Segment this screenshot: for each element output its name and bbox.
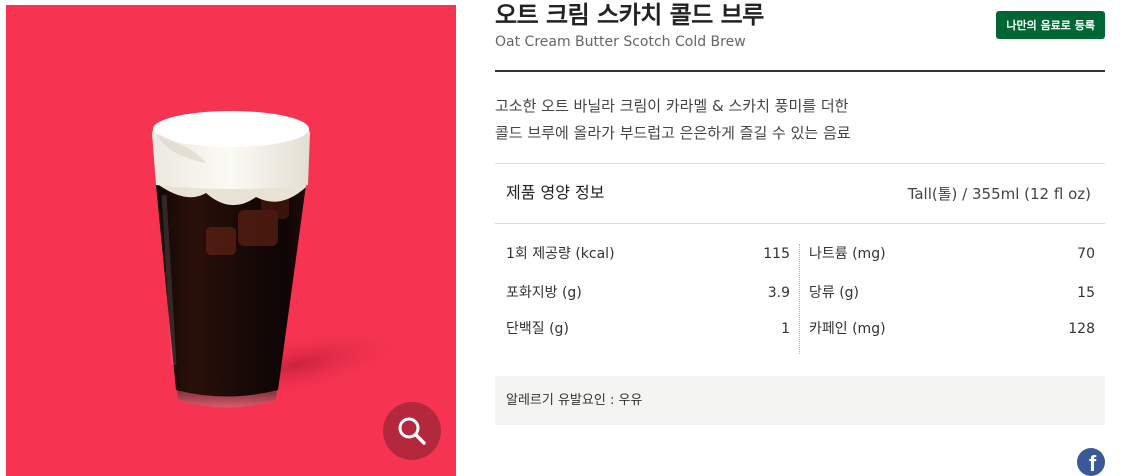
product-image	[6, 5, 456, 476]
register-my-drink-button[interactable]: 나만의 음료로 등록	[996, 11, 1105, 39]
nutrition-value: 3.9	[767, 285, 790, 301]
search-icon	[398, 417, 426, 445]
nutrition-header: 제품 영양 정보 Tall(톨) / 355ml (12 fl oz)	[495, 163, 1105, 224]
product-description: 고소한 오트 바닐라 크림이 카라멜 & 스카치 풍미를 더한 콜드 브루에 올…	[495, 93, 1105, 147]
cold-brew-glass-illustration	[152, 111, 414, 408]
nutrition-label: 포화지방 (g)	[506, 285, 582, 301]
nutrition-row-saturated-fat: 포화지방 (g) 3.9	[506, 282, 790, 304]
title-divider	[495, 70, 1105, 72]
product-title-ko: 오트 크림 스카치 콜드 브루	[495, 1, 764, 29]
nutrition-column-divider	[799, 244, 800, 354]
nutrition-value: 1	[781, 321, 790, 337]
nutrition-label: 단백질 (g)	[506, 321, 569, 337]
zoom-button[interactable]	[383, 402, 441, 460]
nutrition-label: 나트륨 (mg)	[809, 246, 886, 262]
nutrition-title: 제품 영양 정보	[506, 183, 605, 202]
nutrition-row-sodium: 나트륨 (mg) 70	[809, 243, 1095, 265]
nutrition-label: 카페인 (mg)	[809, 321, 886, 337]
product-title-en: Oat Cream Butter Scotch Cold Brew	[495, 34, 746, 50]
nutrition-value: 115	[763, 246, 790, 262]
description-line: 고소한 오트 바닐라 크림이 카라멜 & 스카치 풍미를 더한	[495, 97, 849, 115]
facebook-icon: f	[1088, 451, 1097, 476]
nutrition-label: 당류 (g)	[809, 285, 860, 301]
nutrition-value: 128	[1068, 321, 1095, 337]
nutrition-row-kcal: 1회 제공량 (kcal) 115	[506, 243, 790, 265]
nutrition-row-sugars: 당류 (g) 15	[809, 282, 1095, 304]
nutrition-column-left: 1회 제공량 (kcal) 115 포화지방 (g) 3.9 단백질 (g) 1	[506, 238, 790, 356]
facebook-share-button[interactable]: f	[1077, 448, 1105, 476]
serving-size: Tall(톨) / 355ml (12 fl oz)	[907, 185, 1091, 203]
nutrition-table: 1회 제공량 (kcal) 115 포화지방 (g) 3.9 단백질 (g) 1…	[495, 238, 1105, 358]
description-line: 콜드 브루에 올라가 부드럽고 은은하게 즐길 수 있는 음료	[495, 124, 851, 142]
nutrition-row-caffeine: 카페인 (mg) 128	[809, 318, 1095, 340]
product-detail: 오트 크림 스카치 콜드 브루 Oat Cream Butter Scotch …	[495, 0, 1105, 476]
nutrition-row-protein: 단백질 (g) 1	[506, 318, 790, 340]
nutrition-column-right: 나트륨 (mg) 70 당류 (g) 15 카페인 (mg) 128	[809, 238, 1095, 356]
nutrition-value: 70	[1077, 246, 1095, 262]
allergy-info: 알레르기 유발요인 : 우유	[495, 376, 1105, 425]
nutrition-value: 15	[1077, 285, 1095, 301]
nutrition-label: 1회 제공량 (kcal)	[506, 246, 615, 262]
